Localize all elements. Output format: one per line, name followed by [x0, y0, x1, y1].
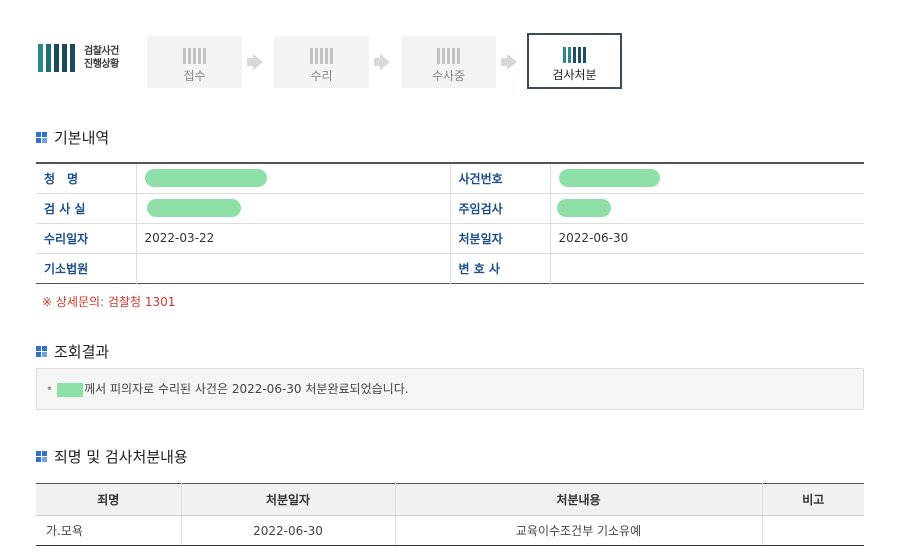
step-arrow-icon: [374, 54, 390, 70]
crime-table: 죄명 처분일자 처분내용 비고 가.모욕 2022-06-30 교육이수조건부 …: [36, 483, 864, 546]
table-row: 기소법원 변 호 사: [36, 253, 864, 283]
result-message-box: • 께서 피의자로 수리된 사건은 2022-06-30 처분완료되었습니다.: [36, 368, 864, 410]
field-value: [549, 253, 864, 283]
field-label: 기소법원: [44, 261, 89, 276]
field-value: [135, 253, 451, 283]
section-title-crime: 죄명 및 검사처분내용: [36, 446, 188, 467]
section-title-basic: 기본내역: [36, 127, 109, 148]
table-cell: 교육이수조건부 기소유예: [394, 515, 762, 546]
field-value: 2022-06-30: [549, 223, 864, 254]
column-header: 비고: [761, 483, 864, 516]
step-label: 수리: [310, 69, 333, 83]
field-value: [549, 163, 864, 194]
field-label: 사건번호: [450, 163, 550, 194]
step-bars-icon: [309, 48, 335, 64]
field-value: [549, 193, 864, 224]
step-arrow-icon: [501, 54, 517, 70]
bullet-icon: •: [46, 382, 54, 396]
step-label: 검사처분: [552, 68, 597, 82]
table-header-row: 죄명 처분일자 처분내용 비고: [36, 483, 864, 516]
result-message: 께서 피의자로 수리된 사건은 2022-06-30 처분완료되었습니다.: [84, 382, 409, 396]
field-label: 검 사 실: [36, 193, 136, 224]
table-row: 가.모욕 2022-06-30 교육이수조건부 기소유예: [36, 515, 864, 546]
column-header: 죄명: [36, 483, 181, 516]
redaction-mask: [146, 199, 241, 217]
step-label: 접수: [183, 69, 206, 83]
table-row: 검 사 실 주임검사: [36, 193, 864, 224]
logo: 검찰사건 진행상황: [38, 44, 119, 72]
step-accepted: 수리: [274, 36, 369, 88]
logo-line-1: 검찰사건: [84, 46, 119, 57]
step-bars-icon: [182, 48, 208, 64]
field-value: 2022-03-22: [135, 223, 451, 254]
step-arrow-icon: [247, 54, 263, 70]
column-header: 처분내용: [394, 483, 762, 516]
field-label: 변 호 사: [458, 261, 500, 276]
table-cell: 2022-06-30: [180, 515, 395, 546]
logo-text: 검찰사건 진행상황: [84, 45, 119, 71]
step-label: 수사중: [431, 69, 466, 83]
field-value: [135, 163, 451, 194]
section-title-text: 기본내역: [54, 129, 110, 147]
field-label: 처분일자: [450, 223, 550, 254]
basic-info-table: 청 명 사건번호 검 사 실 주임검사 수리일자 2022-03-22 처분일자…: [36, 162, 864, 284]
field-value: [135, 193, 451, 224]
section-title-text: 죄명 및 검사처분내용: [54, 448, 188, 466]
section-square-icon: [36, 346, 47, 357]
step-received: 접수: [147, 36, 242, 88]
step-bars-icon: [436, 48, 462, 64]
redaction-mask: [556, 199, 611, 217]
table-row: 청 명 사건번호: [36, 163, 864, 194]
logo-bars-icon: [38, 44, 75, 72]
redaction-mask: [558, 169, 660, 188]
redaction-mask: [144, 169, 267, 188]
inquiry-note: ※ 상세문의: 검찰청 1301: [42, 295, 176, 309]
logo-line-2: 진행상황: [84, 59, 119, 70]
table-row: 수리일자 2022-03-22 처분일자 2022-06-30: [36, 223, 864, 254]
redaction-mask: [57, 382, 84, 397]
field-label: 수리일자: [36, 223, 136, 254]
column-header: 처분일자: [180, 483, 395, 516]
step-investigating: 수사중: [401, 36, 496, 88]
table-cell: [761, 515, 864, 546]
section-title-result: 조회결과: [36, 341, 109, 362]
section-title-text: 조회결과: [54, 343, 110, 361]
section-square-icon: [36, 451, 47, 462]
table-cell: 가.모욕: [36, 515, 181, 546]
field-label: 주임검사: [450, 193, 550, 224]
step-prosecutor-decision: 검사처분: [527, 33, 622, 89]
section-square-icon: [36, 132, 47, 143]
step-bars-icon: [562, 47, 588, 63]
field-label: 청 명: [36, 163, 136, 194]
